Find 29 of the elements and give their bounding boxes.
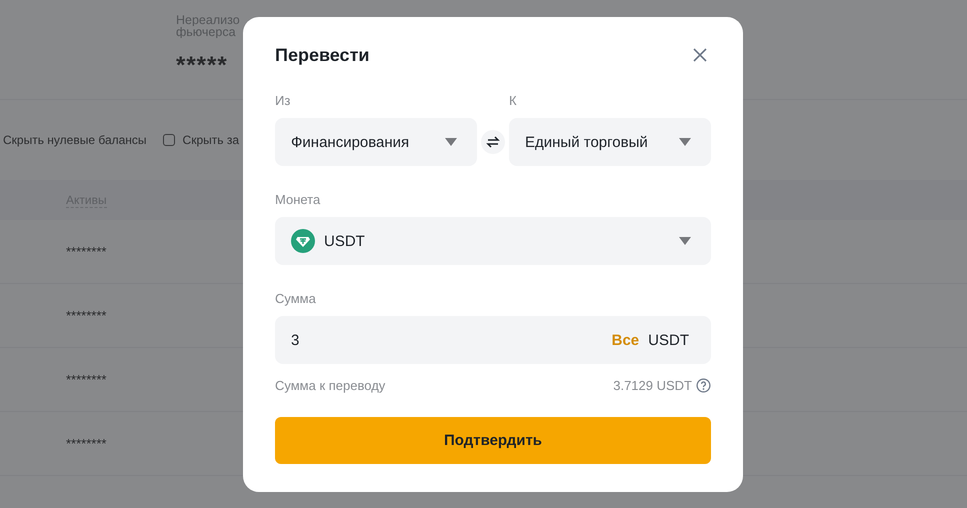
amount-value: 3 bbox=[291, 332, 300, 348]
receive-value: 3.7129 USDT bbox=[613, 378, 692, 393]
table-cell: ******** bbox=[66, 436, 106, 451]
close-icon[interactable] bbox=[691, 46, 709, 64]
table-cell: ******** bbox=[66, 372, 106, 387]
account-dropdown[interactable]: Финансирования bbox=[275, 118, 477, 166]
amount-field[interactable]: 3 Все USDT bbox=[275, 316, 711, 364]
caret-icon bbox=[679, 237, 691, 245]
hidden-balance: ***** bbox=[176, 52, 228, 80]
swap-icon[interactable] bbox=[481, 130, 505, 154]
filter-label: Скрыть за bbox=[182, 133, 240, 147]
receive-label: Сумма к переводу bbox=[275, 378, 386, 393]
filter-label: Скрыть нулевые балансы bbox=[3, 133, 147, 147]
field-label: Из bbox=[275, 93, 292, 108]
checkbox[interactable] bbox=[162, 134, 175, 146]
coin-icon bbox=[291, 229, 315, 253]
table-cell: ******** bbox=[66, 308, 106, 323]
caret-icon bbox=[679, 138, 691, 146]
field-label: Монета bbox=[275, 192, 322, 207]
account-dropdown[interactable]: Единый торговый bbox=[509, 118, 711, 166]
dialog-title: Перевести bbox=[275, 44, 370, 66]
table-cell: ******** bbox=[66, 244, 106, 259]
confirm-button[interactable]: Подтвердить bbox=[275, 417, 711, 464]
field-label: К bbox=[509, 93, 518, 108]
currency-unit: USDT bbox=[648, 332, 689, 348]
caret-icon bbox=[445, 138, 457, 146]
coin-dropdown[interactable]: USDT bbox=[275, 217, 711, 265]
field-label: Сумма bbox=[275, 291, 317, 306]
help-icon[interactable] bbox=[696, 378, 711, 393]
